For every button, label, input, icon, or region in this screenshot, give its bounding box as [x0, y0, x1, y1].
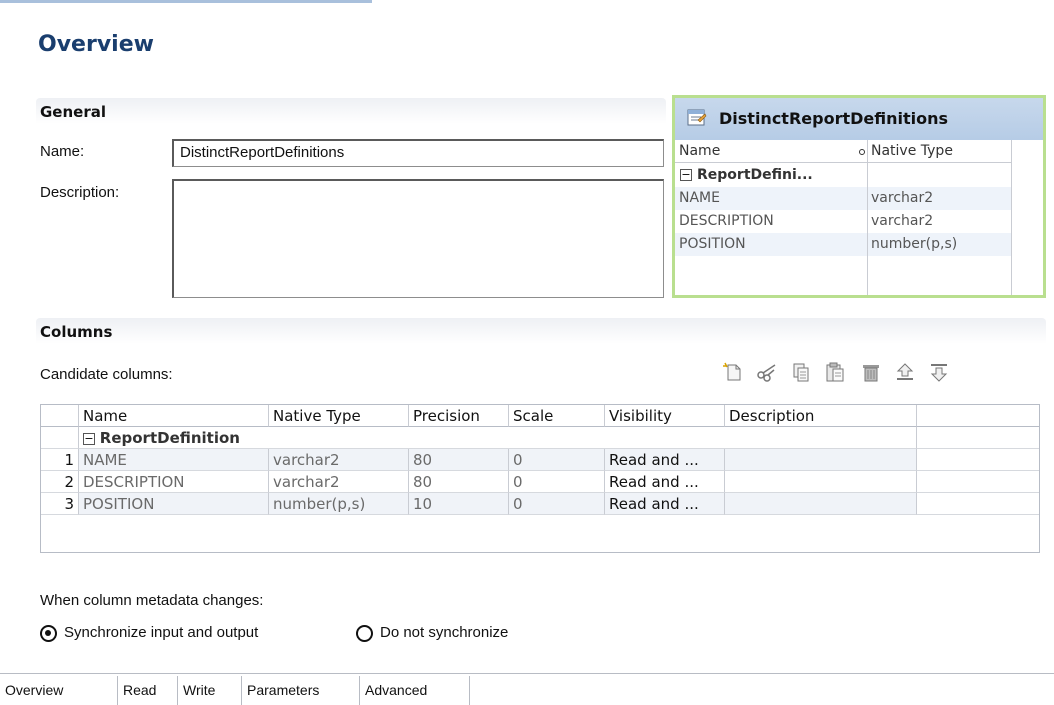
table-row[interactable]: 1 NAME varchar2 80 0 Read and ... [41, 449, 1039, 471]
column-header-native-type[interactable]: Native Type [269, 405, 409, 427]
page-title: Overview [38, 32, 154, 57]
tab-parameters[interactable]: Parameters [242, 676, 360, 705]
cell-native-type[interactable]: varchar2 [269, 471, 409, 493]
candidate-columns-table: Name Native Type Precision Scale Visibil… [40, 404, 1040, 553]
preview-row-name: POSITION [679, 236, 746, 252]
cell-scale[interactable]: 0 [509, 471, 605, 493]
filler-cell [917, 493, 1039, 515]
paste-icon[interactable] [824, 361, 846, 383]
description-textarea[interactable] [172, 179, 664, 298]
table-row[interactable]: 2 DESCRIPTION varchar2 80 0 Read and ... [41, 471, 1039, 493]
synchronize-radio[interactable] [40, 625, 57, 642]
preview-col-name: Name [679, 143, 721, 159]
cut-icon[interactable] [756, 361, 778, 383]
column-header-visibility[interactable]: Visibility [605, 405, 725, 427]
preview-row[interactable]: DESCRIPTION varchar2 [675, 210, 1011, 233]
metadata-change-label: When column metadata changes: [40, 592, 264, 609]
cell-scale[interactable]: 0 [509, 493, 605, 515]
row-number: 3 [41, 493, 79, 515]
tab-write[interactable]: Write [178, 676, 242, 705]
group-label: ReportDefinition [99, 429, 240, 447]
cell-visibility[interactable]: Read and ... [605, 471, 725, 493]
column-header-description[interactable]: Description [725, 405, 917, 427]
table-row[interactable]: 3 POSITION number(p,s) 10 0 Read and ... [41, 493, 1039, 515]
filler-cell [917, 449, 1039, 471]
cell-precision[interactable]: 80 [409, 471, 509, 493]
filler-cell [917, 427, 1039, 449]
data-object-icon [687, 109, 707, 126]
cell-native-type[interactable]: number(p,s) [269, 493, 409, 515]
column-marker-icon [859, 149, 865, 155]
top-border [0, 0, 372, 3]
column-header-precision[interactable]: Precision [409, 405, 509, 427]
column-header-filler [917, 405, 1039, 427]
candidate-columns-label: Candidate columns: [40, 366, 173, 383]
description-label: Description: [40, 184, 120, 201]
collapse-icon[interactable]: − [83, 432, 95, 445]
cell-description[interactable] [725, 449, 917, 471]
do-not-synchronize-radio[interactable] [356, 625, 373, 642]
preview-row[interactable]: NAME varchar2 [675, 187, 1011, 210]
cell-visibility[interactable]: Read and ... [605, 493, 725, 515]
preview-divider [1011, 140, 1012, 295]
column-header-name[interactable]: Name [79, 405, 269, 427]
preview-divider [867, 140, 868, 295]
general-section-header: General [36, 98, 666, 124]
copy-icon[interactable] [790, 361, 812, 383]
filler-cell [917, 471, 1039, 493]
cell-visibility[interactable]: Read and ... [605, 449, 725, 471]
do-not-synchronize-label[interactable]: Do not synchronize [380, 624, 508, 641]
collapse-icon[interactable]: − [680, 169, 692, 181]
columns-section-header: Columns [36, 318, 1046, 344]
preview-row-name: NAME [679, 190, 720, 206]
row-number-cell [41, 427, 79, 449]
row-number-header [41, 405, 79, 427]
cell-native-type[interactable]: varchar2 [269, 449, 409, 471]
table-group-row[interactable]: − ReportDefinition [41, 427, 1039, 449]
preview-row-type: number(p,s) [871, 236, 958, 252]
cell-precision[interactable]: 10 [409, 493, 509, 515]
move-up-icon[interactable] [894, 361, 916, 383]
delete-icon[interactable] [860, 361, 882, 383]
preview-col-type: Native Type [871, 143, 953, 159]
preview-title: DistinctReportDefinitions [719, 109, 949, 128]
tabs-divider [0, 673, 1054, 674]
preview-header-row: Name Native Type [675, 140, 1011, 163]
preview-row-type: varchar2 [871, 190, 934, 206]
tab-read[interactable]: Read [118, 676, 178, 705]
cell-scale[interactable]: 0 [509, 449, 605, 471]
column-header-scale[interactable]: Scale [509, 405, 605, 427]
name-label: Name: [40, 143, 85, 160]
table-header-row: Name Native Type Precision Scale Visibil… [41, 405, 1039, 427]
tab-overview[interactable]: Overview [0, 676, 118, 705]
row-number: 1 [41, 449, 79, 471]
cell-description[interactable] [725, 471, 917, 493]
cell-name[interactable]: DESCRIPTION [79, 471, 269, 493]
synchronize-label[interactable]: Synchronize input and output [64, 624, 258, 641]
cell-name[interactable]: POSITION [79, 493, 269, 515]
row-number: 2 [41, 471, 79, 493]
preview-row[interactable]: POSITION number(p,s) [675, 233, 1011, 256]
cell-description[interactable] [725, 493, 917, 515]
name-input[interactable]: DistinctReportDefinitions [172, 139, 664, 167]
preview-group-label: ReportDefini... [697, 167, 813, 183]
preview-row-type: varchar2 [871, 213, 934, 229]
preview-title-bar: DistinctReportDefinitions [675, 98, 1043, 140]
cell-name[interactable]: NAME [79, 449, 269, 471]
data-object-preview: DistinctReportDefinitions Name Native Ty… [672, 95, 1046, 298]
preview-row-name: DESCRIPTION [679, 213, 774, 229]
group-cell: − ReportDefinition [79, 427, 917, 449]
move-down-icon[interactable] [928, 361, 950, 383]
preview-group-row[interactable]: − ReportDefini... [675, 164, 1011, 187]
tab-advanced[interactable]: Advanced [360, 676, 470, 705]
new-icon[interactable] [722, 361, 744, 383]
cell-precision[interactable]: 80 [409, 449, 509, 471]
